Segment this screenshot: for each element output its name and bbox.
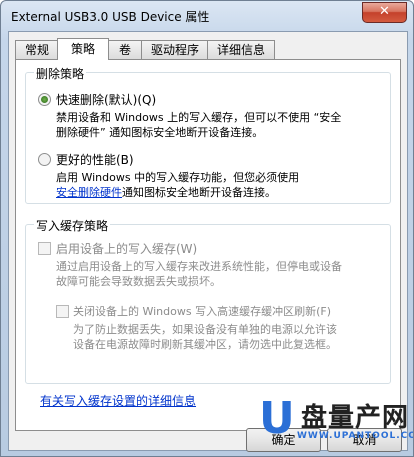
turn-off-flushing-desc-line2: 设备在电源故障时刷新其缓冲区，请勿选中此复选框。 (73, 338, 337, 351)
watermark-u-letter: U (259, 393, 295, 444)
turn-off-flushing-desc-line1: 为了防止数据丢失，如果设备没有单独的电源以允许该 (73, 323, 337, 336)
enable-write-cache-desc-line1: 通过启用设备上的写入缓存来改进系统性能，但停电或设备 (56, 260, 342, 273)
tab-details[interactable]: 详细信息 (207, 40, 275, 59)
tab-policies[interactable]: 策略 (57, 38, 109, 60)
better-performance-desc-line1: 启用 Windows 中的写入缓存功能，但您必须使用 (56, 171, 300, 184)
close-button[interactable]: ✕ (362, 2, 407, 23)
better-performance-radio[interactable] (38, 153, 51, 166)
turn-off-flushing-checkbox[interactable] (56, 305, 69, 318)
enable-write-cache-desc-line2: 故障可能会导致数据丢失或损坏。 (56, 275, 221, 288)
tab-driver[interactable]: 驱动程序 (141, 40, 209, 59)
better-performance-desc-line2: 安全删除硬件通知图标安全地断开设备连接。 (56, 186, 276, 200)
turn-off-flushing-label[interactable]: 关闭设备上的 Windows 写入高速缓存缓冲区刷新(F) (73, 303, 331, 319)
enable-write-cache-checkbox[interactable] (38, 242, 51, 255)
title-bar[interactable]: External USB3.0 USB Device 属性 ✕ (1, 1, 413, 31)
watermark-url: WWW.UPANTOOL.COM (297, 431, 414, 441)
window-title: External USB3.0 USB Device 属性 (11, 10, 210, 24)
dialog-client-area: 常规 策略 卷 驱动程序 详细信息 删除策略 快速删除(默认)(Q) 禁用设备和… (8, 31, 408, 452)
quick-removal-desc-line1: 禁用设备和 Windows 上的写入缓存，但可以不使用 “安全 (56, 111, 342, 124)
removal-policy-title: 删除策略 (34, 65, 87, 82)
enable-write-cache-label[interactable]: 启用设备上的写入缓存(W) (56, 240, 197, 257)
write-cache-details-link[interactable]: 有关写入缓存设置的详细信息 (40, 392, 196, 409)
better-performance-desc-rest: 通知图标安全地断开设备连接。 (122, 186, 276, 199)
safely-remove-hardware-link[interactable]: 安全删除硬件 (56, 186, 122, 199)
quick-removal-radio[interactable] (38, 93, 51, 106)
quick-removal-desc-line2: 删除硬件” 通知图标安全地断开设备连接。 (56, 126, 264, 139)
policies-tab-page: 删除策略 快速删除(默认)(Q) 禁用设备和 Windows 上的写入缓存，但可… (15, 59, 401, 431)
properties-window: External USB3.0 USB Device 属性 ✕ 常规 策略 卷 … (0, 0, 414, 457)
tab-general[interactable]: 常规 (15, 40, 59, 59)
write-cache-policy-title: 写入缓存策略 (34, 217, 111, 234)
watermark-text: 盘量产网 (301, 403, 410, 433)
better-performance-label[interactable]: 更好的性能(B) (56, 151, 134, 168)
watermark-logo: U 盘量产网 WWW.UPANTOOL.COM (257, 393, 413, 451)
radio-selected-dot (41, 96, 48, 103)
tab-volumes[interactable]: 卷 (107, 40, 143, 59)
quick-removal-label[interactable]: 快速删除(默认)(Q) (56, 91, 156, 108)
